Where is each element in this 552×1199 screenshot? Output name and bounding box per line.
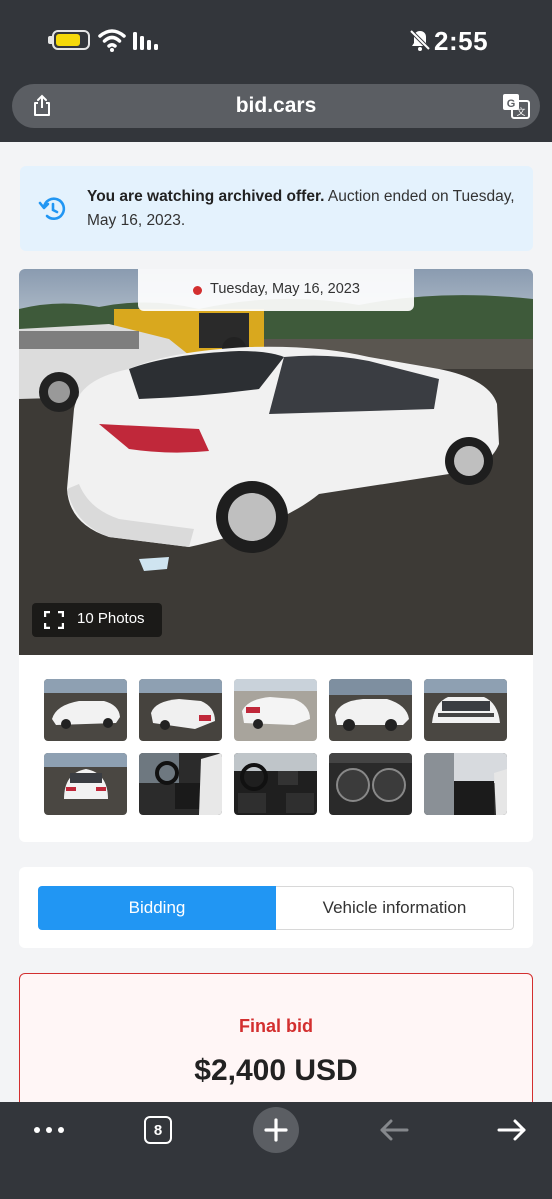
status-bar: 2:55: [0, 0, 552, 80]
arrow-left-icon: [380, 1119, 409, 1141]
thumbnail-image: [424, 753, 507, 815]
thumbnail-image: [139, 753, 222, 815]
translate-icon[interactable]: G 文: [502, 93, 530, 119]
section-tabs: Bidding Vehicle information: [19, 867, 533, 948]
thumbnail[interactable]: [139, 753, 222, 815]
archive-notice-text: You are watching archived offer. Auction…: [87, 185, 517, 233]
thumbnail[interactable]: [44, 753, 127, 815]
photos-count: 10 Photos: [77, 610, 145, 627]
wifi-icon: [98, 29, 126, 52]
address-bar[interactable]: bid.cars G 文: [12, 84, 540, 128]
tab-vehicle-information[interactable]: Vehicle information: [276, 886, 514, 930]
thumbnail-image: [44, 679, 127, 741]
archive-notice-bold: You are watching archived offer.: [87, 188, 325, 205]
car-photo-illustration: [19, 269, 533, 655]
thumbnail-image: [329, 679, 412, 741]
thumbnail[interactable]: [329, 753, 412, 815]
battery-nub: [48, 36, 52, 44]
svg-text:G: G: [507, 98, 516, 110]
thumbnail[interactable]: [139, 679, 222, 741]
new-tab-button[interactable]: [252, 1106, 300, 1154]
bell-muted-icon: [409, 29, 431, 51]
auction-date: Tuesday, May 16, 2023: [210, 281, 360, 297]
back-button[interactable]: [370, 1110, 418, 1150]
auction-date-pill: Tuesday, May 16, 2023: [138, 269, 414, 311]
photo-gallery: Tuesday, May 16, 2023 10 Photos: [19, 269, 533, 842]
page-content: You are watching archived offer. Auction…: [0, 142, 552, 1102]
signal-icon: [133, 32, 158, 50]
tabs-count: 8: [144, 1116, 172, 1144]
history-icon: [38, 197, 66, 221]
arrow-right-icon: [497, 1119, 526, 1141]
view-photos-button[interactable]: 10 Photos: [32, 603, 162, 637]
forward-button[interactable]: [488, 1110, 536, 1150]
archive-notice: You are watching archived offer. Auction…: [20, 166, 533, 251]
tabs-button[interactable]: 8: [134, 1110, 182, 1150]
battery-icon: [52, 30, 90, 50]
tab-bidding[interactable]: Bidding: [38, 886, 276, 930]
status-time: 2:55: [434, 26, 489, 56]
final-bid-card: Final bid $2,400 USD: [19, 973, 533, 1102]
thumbnail[interactable]: [424, 753, 507, 815]
thumbnail-image: [329, 753, 412, 815]
thumbnail-image: [424, 679, 507, 741]
thumbnail[interactable]: [44, 679, 127, 741]
thumbnail[interactable]: [424, 679, 507, 741]
final-bid-label: Final bid: [239, 1016, 313, 1036]
thumbnail[interactable]: [234, 753, 317, 815]
thumbnail[interactable]: [329, 679, 412, 741]
thumbnail-image: [139, 679, 222, 741]
thumbnail-image: [234, 753, 317, 815]
plus-icon: [253, 1107, 299, 1153]
browser-toolbar: 8: [0, 1102, 552, 1199]
more-button[interactable]: [25, 1110, 73, 1150]
svg-text:文: 文: [516, 106, 525, 118]
more-dots-icon: [34, 1127, 64, 1133]
expand-icon: [44, 611, 64, 629]
thumbnail[interactable]: [234, 679, 317, 741]
thumbnail-image: [234, 679, 317, 741]
live-dot-icon: [193, 286, 202, 295]
thumbnail-image: [44, 753, 127, 815]
url-text: bid.cars: [235, 94, 317, 117]
browser-header: bid.cars G 文: [0, 80, 552, 142]
main-photo[interactable]: Tuesday, May 16, 2023 10 Photos: [19, 269, 533, 655]
final-bid-amount: $2,400 USD: [194, 1054, 358, 1087]
